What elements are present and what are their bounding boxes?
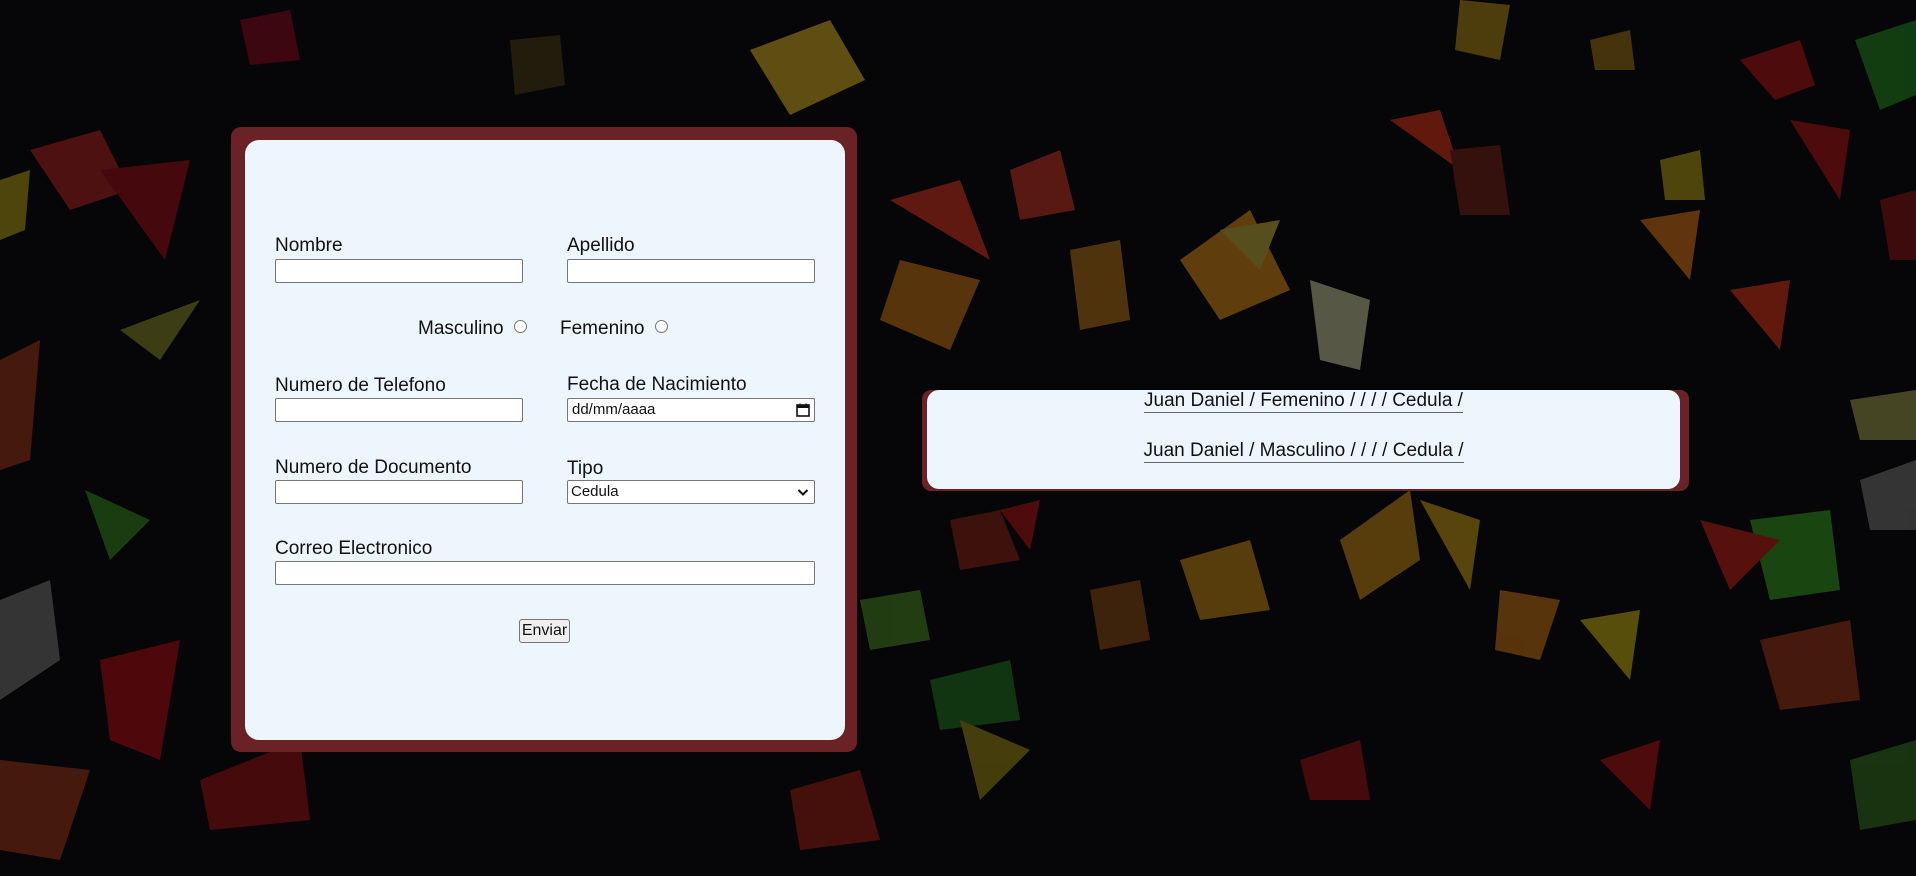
results-panel: Juan Daniel / Femenino / / / / Cedula / … bbox=[927, 390, 1680, 489]
correo-input[interactable] bbox=[275, 561, 815, 585]
masculino-radio[interactable] bbox=[514, 320, 527, 333]
enviar-button[interactable]: Enviar bbox=[519, 619, 570, 643]
nombre-input[interactable] bbox=[275, 259, 523, 283]
apellido-label: Apellido bbox=[567, 235, 635, 256]
documento-label: Numero de Documento bbox=[275, 457, 472, 478]
result-entry-text[interactable]: Juan Daniel / Femenino / / / / Cedula / bbox=[1144, 390, 1463, 413]
chevron-down-icon bbox=[797, 489, 809, 496]
calendar-icon[interactable] bbox=[796, 403, 810, 417]
tipo-label: Tipo bbox=[567, 458, 604, 479]
registration-form: Nombre Apellido Masculino Femenino Numer… bbox=[245, 140, 845, 740]
apellido-input[interactable] bbox=[567, 259, 815, 283]
telefono-label: Numero de Telefono bbox=[275, 375, 446, 396]
result-entry-text[interactable]: Juan Daniel / Masculino / / / / Cedula / bbox=[1143, 440, 1464, 463]
tipo-selected-value: Cedula bbox=[571, 483, 619, 500]
documento-input[interactable] bbox=[275, 480, 523, 504]
result-entry[interactable]: Juan Daniel / Femenino / / / / Cedula / bbox=[927, 390, 1680, 413]
nombre-label: Nombre bbox=[275, 235, 343, 256]
fecha-input[interactable]: dd/mm/aaaa bbox=[567, 398, 815, 422]
fecha-label: Fecha de Nacimiento bbox=[567, 374, 747, 395]
correo-label: Correo Electronico bbox=[275, 538, 433, 559]
fecha-placeholder: dd/mm/aaaa bbox=[572, 401, 656, 418]
tipo-select[interactable]: Cedula bbox=[567, 480, 815, 504]
femenino-label: Femenino bbox=[560, 318, 645, 339]
femenino-radio[interactable] bbox=[655, 320, 668, 333]
masculino-label: Masculino bbox=[418, 318, 504, 339]
result-entry[interactable]: Juan Daniel / Masculino / / / / Cedula / bbox=[927, 440, 1680, 463]
telefono-input[interactable] bbox=[275, 398, 523, 422]
